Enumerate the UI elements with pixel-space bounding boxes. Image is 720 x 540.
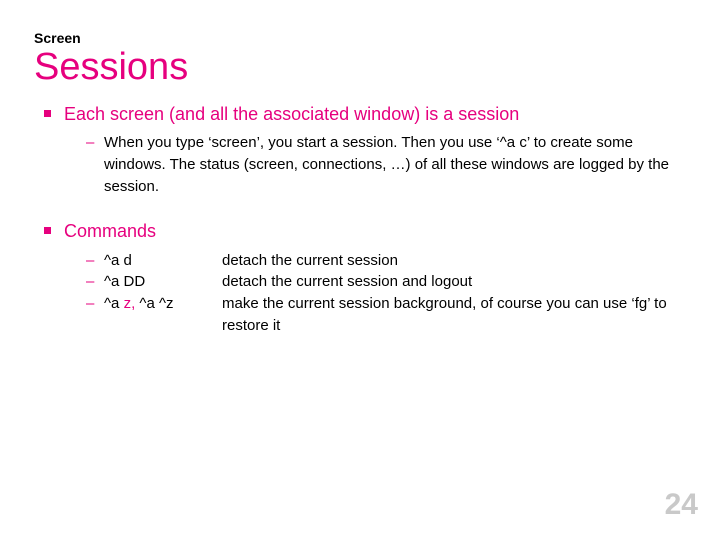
bullet-item: Each screen (and all the associated wind… bbox=[44, 102, 686, 198]
command-list: – ^a d detach the current session – ^a D… bbox=[64, 250, 686, 337]
command-key: ^a z, ^a ^z bbox=[104, 293, 222, 315]
page-number: 24 bbox=[665, 488, 698, 522]
command-key: ^a DD bbox=[104, 271, 222, 293]
slide-title: Sessions bbox=[34, 48, 686, 88]
dash-icon: – bbox=[86, 250, 104, 272]
command-desc: detach the current session bbox=[222, 250, 686, 272]
command-key: ^a d bbox=[104, 250, 222, 272]
command-row: – ^a DD detach the current session and l… bbox=[86, 271, 686, 293]
command-row: – ^a z, ^a ^z make the current session b… bbox=[86, 293, 686, 337]
slide: Screen Sessions Each screen (and all the… bbox=[0, 0, 720, 540]
command-key-accent: z bbox=[124, 295, 132, 312]
command-desc: detach the current session and logout bbox=[222, 271, 686, 293]
bullet-item: Commands – ^a d detach the current sessi… bbox=[44, 219, 686, 336]
command-key-suffix: ^a ^z bbox=[139, 295, 173, 312]
dash-icon: – bbox=[86, 293, 104, 315]
bullet-lead: Each screen (and all the associated wind… bbox=[64, 102, 686, 126]
dash-icon: – bbox=[86, 271, 104, 293]
sub-bullet-item: When you type ‘screen’, you start a sess… bbox=[86, 132, 686, 197]
command-row: – ^a d detach the current session bbox=[86, 250, 686, 272]
command-desc: make the current session background, of … bbox=[222, 293, 686, 337]
bullet-lead: Commands bbox=[64, 219, 686, 243]
command-key-prefix: ^a bbox=[104, 295, 124, 312]
kicker: Screen bbox=[34, 30, 686, 46]
sub-bullet-list: When you type ‘screen’, you start a sess… bbox=[64, 132, 686, 197]
bullet-list: Each screen (and all the associated wind… bbox=[34, 102, 686, 337]
